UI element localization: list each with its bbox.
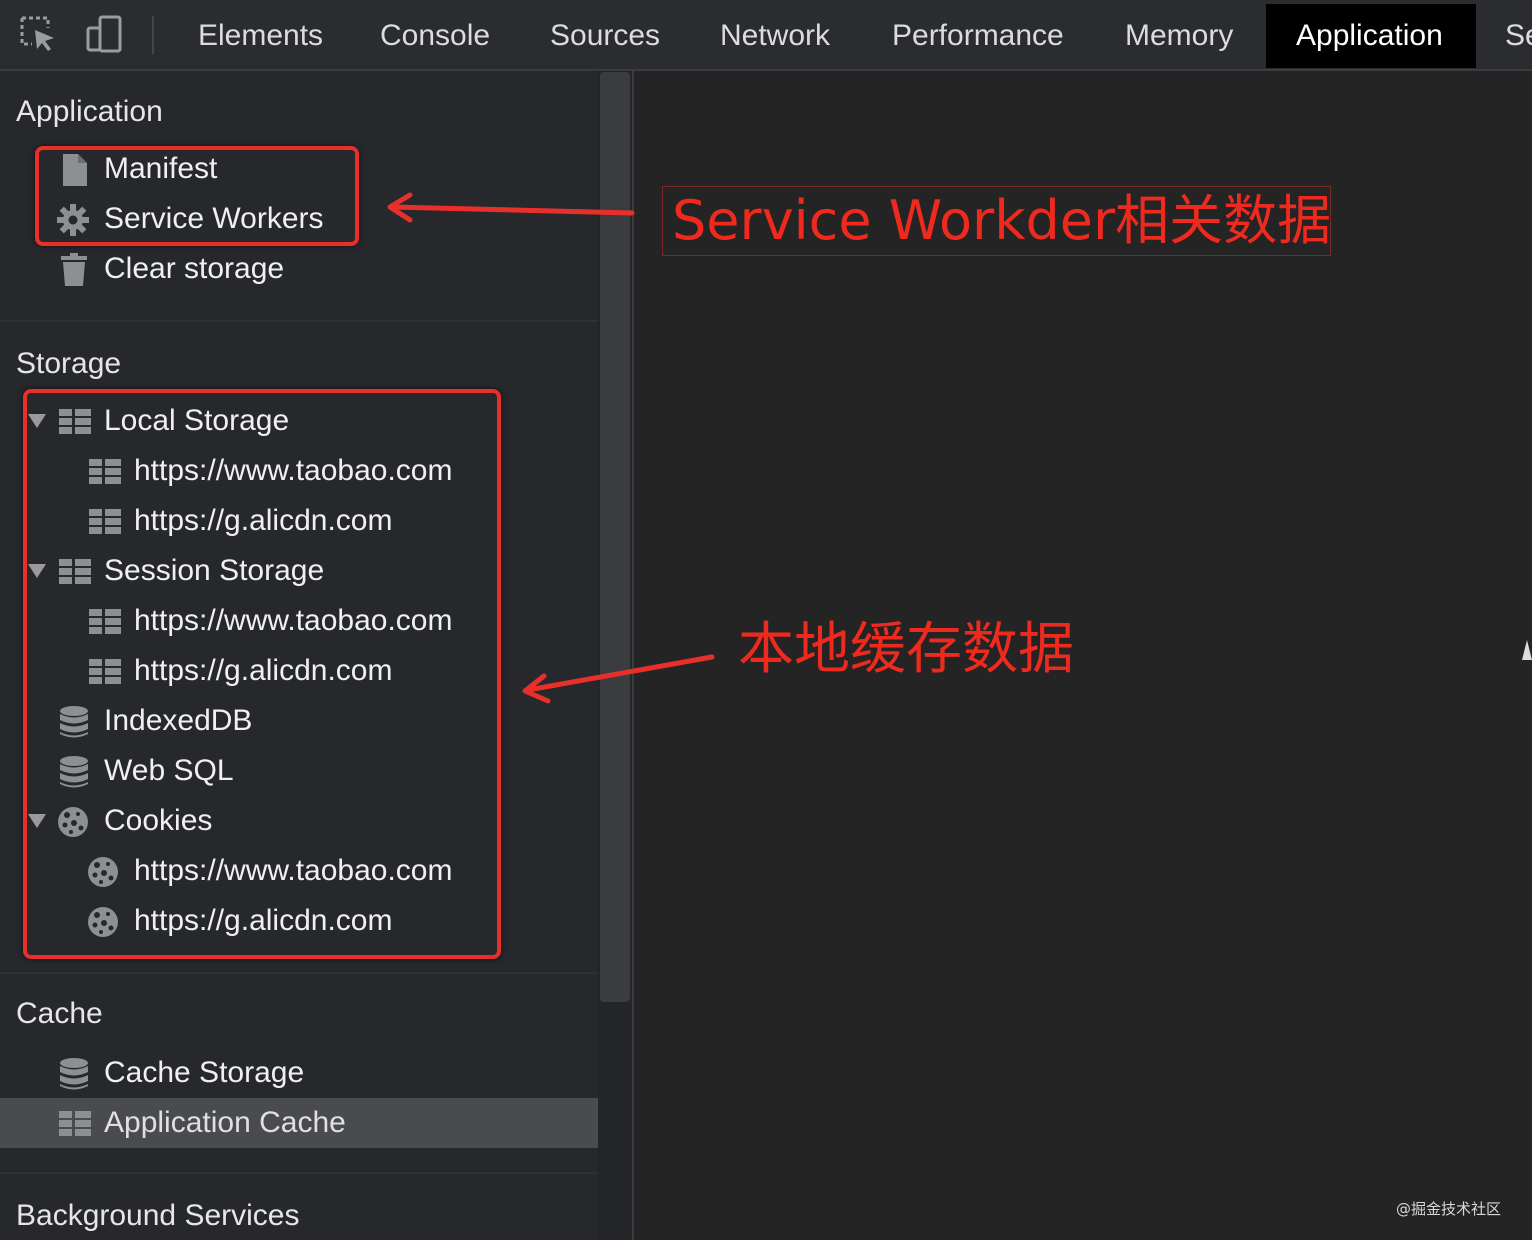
truncated-content-mark xyxy=(1522,640,1532,660)
annotation-box-local-storage xyxy=(23,389,501,959)
sidebar-item-clear-storage[interactable]: Clear storage xyxy=(0,244,598,294)
inspect-element-icon[interactable] xyxy=(18,14,58,54)
tab-elements[interactable]: Elements xyxy=(168,4,353,68)
section-title-application: Application xyxy=(16,95,163,128)
sidebar-scrollbar-thumb[interactable] xyxy=(600,72,630,1002)
sidebar-item-label: Cache Storage xyxy=(104,1056,305,1089)
annotation-local-cache-text: 本地缓存数据 xyxy=(738,617,1074,682)
tab-network[interactable]: Network xyxy=(690,4,860,68)
tab-memory[interactable]: Memory xyxy=(1095,4,1263,68)
device-toolbar-icon[interactable] xyxy=(84,14,124,54)
section-divider xyxy=(0,972,598,974)
section-divider xyxy=(0,1172,598,1174)
tab-sources[interactable]: Sources xyxy=(520,4,690,68)
database-icon xyxy=(58,1057,92,1091)
sidebar-item-application-cache[interactable]: Application Cache xyxy=(0,1098,598,1148)
grid-icon xyxy=(58,1107,92,1141)
section-title-storage: Storage xyxy=(16,347,122,380)
annotation-service-worker-text: Service Workder相关数据 xyxy=(672,189,1332,252)
devtools-tab-bar: Elements Console Sources Network Perform… xyxy=(0,0,1532,71)
sidebar-item-label: Clear storage xyxy=(104,252,285,285)
section-title-background-services: Background Services xyxy=(16,1199,300,1232)
annotation-box-service-worker xyxy=(35,146,359,246)
trash-icon xyxy=(58,253,92,287)
tab-security-partial[interactable]: Se xyxy=(1475,4,1532,68)
section-divider xyxy=(0,320,598,322)
tab-application[interactable]: Application xyxy=(1266,4,1476,68)
sidebar-item-label: Application Cache xyxy=(104,1106,346,1139)
toolbar-separator xyxy=(152,16,154,54)
tab-performance[interactable]: Performance xyxy=(862,4,1094,68)
tab-console[interactable]: Console xyxy=(350,4,520,68)
watermark: @掘金技术社区 xyxy=(1396,1200,1502,1218)
sidebar-item-cache-storage[interactable]: Cache Storage xyxy=(0,1048,598,1098)
section-title-cache: Cache xyxy=(16,997,103,1030)
